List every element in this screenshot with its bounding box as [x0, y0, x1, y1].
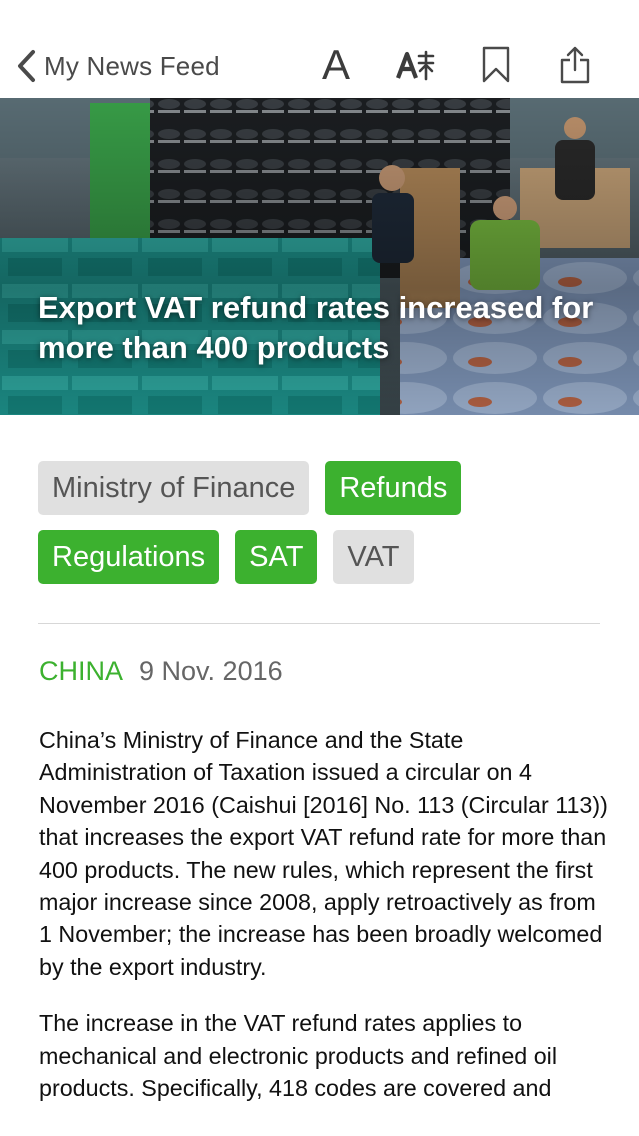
- region-link[interactable]: CHINA: [39, 656, 123, 687]
- bookmark-button[interactable]: [480, 40, 512, 90]
- tag-ministry-of-finance[interactable]: Ministry of Finance: [38, 461, 310, 515]
- share-button[interactable]: [558, 40, 592, 90]
- tag-row: Regulations SAT VAT: [38, 530, 602, 584]
- article-paragraph: China’s Ministry of Finance and the Stat…: [39, 727, 608, 980]
- tag-refunds[interactable]: Refunds: [325, 461, 462, 515]
- article-body: China’s Ministry of Finance and the Stat…: [39, 724, 609, 1128]
- back-button[interactable]: My News Feed: [16, 44, 220, 88]
- tag-vat[interactable]: VAT: [333, 530, 414, 584]
- divider: [38, 623, 600, 624]
- bookmark-icon: [482, 46, 510, 83]
- chevron-left-icon: [18, 50, 35, 82]
- translate-button[interactable]: [394, 40, 438, 90]
- publish-date: 9 Nov. 2016: [139, 656, 283, 686]
- nav-bar: My News Feed A: [0, 0, 639, 98]
- tag-sat[interactable]: SAT: [235, 530, 318, 584]
- tag-regulations[interactable]: Regulations: [38, 530, 220, 584]
- tag-list: Ministry of Finance Refunds Regulations …: [38, 461, 602, 599]
- article-paragraph: The increase in the VAT refund rates app…: [39, 1010, 558, 1102]
- font-size-button[interactable]: A: [316, 40, 356, 90]
- article-title: Export VAT refund rates increased for mo…: [38, 290, 594, 365]
- font-size-icon: A: [321, 41, 350, 88]
- article-meta: CHINA 9 Nov. 2016: [39, 656, 283, 687]
- translate-icon: [396, 50, 435, 81]
- back-label: My News Feed: [44, 50, 220, 81]
- share-icon: [560, 46, 590, 84]
- tag-row: Ministry of Finance Refunds: [38, 461, 602, 515]
- hero-image: Export VAT refund rates increased for mo…: [0, 98, 639, 415]
